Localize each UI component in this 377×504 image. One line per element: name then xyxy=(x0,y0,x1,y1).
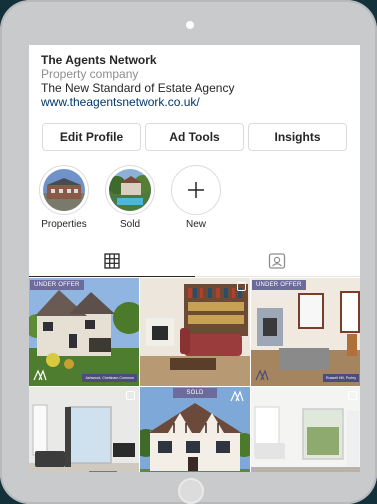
edit-profile-button[interactable]: Edit Profile xyxy=(42,123,141,151)
status-badge: UNDER OFFER xyxy=(252,280,306,290)
highlight-sold-ring xyxy=(105,165,155,215)
tagged-icon xyxy=(269,252,286,269)
profile-category: Property company xyxy=(41,67,139,81)
profile-bio-text: The New Standard of Estate Agency xyxy=(41,81,235,95)
highlight-properties-ring xyxy=(39,165,89,215)
post-thumbnail[interactable] xyxy=(140,278,250,386)
status-badge: UNDER OFFER xyxy=(30,280,84,290)
multiple-images-icon xyxy=(237,282,246,291)
highlight-properties[interactable]: Properties xyxy=(39,165,89,230)
status-badge: SOLD xyxy=(173,388,217,398)
home-button[interactable] xyxy=(178,478,204,504)
highlight-sold-label: Sold xyxy=(119,219,140,230)
post-thumbnail[interactable]: UNDER OFFER Ashwood, Chelsham Common xyxy=(29,278,139,386)
grid-icon xyxy=(104,252,120,269)
ad-tools-button[interactable]: Ad Tools xyxy=(145,123,244,151)
multiple-images-icon xyxy=(126,391,135,400)
post-thumbnail[interactable]: UNDER OFFER Russell Hill, Purley xyxy=(251,278,360,386)
post-caption: Ashwood, Chelsham Common xyxy=(82,374,137,382)
profile-actions: Edit Profile Ad Tools Insights xyxy=(42,123,347,151)
tab-posts-grid[interactable] xyxy=(29,245,195,277)
highlight-properties-label: Properties xyxy=(41,219,87,230)
tab-tagged[interactable] xyxy=(195,245,361,276)
profile-tabs xyxy=(29,245,360,277)
new-highlight-button[interactable] xyxy=(171,165,221,215)
agency-logo-icon xyxy=(33,369,47,381)
instagram-profile-screen: The Agents Network Property company The … xyxy=(29,45,360,472)
profile-bio: The Agents Network Property company The … xyxy=(29,45,360,109)
posts-grid: UNDER OFFER Ashwood, Chelsham Common UND… xyxy=(29,278,360,472)
plus-icon xyxy=(188,182,204,198)
tablet-camera xyxy=(186,21,194,29)
highlight-sold-image xyxy=(109,169,151,211)
story-highlights: Properties Sold New xyxy=(39,165,221,230)
profile-name: The Agents Network xyxy=(41,53,157,67)
multiple-images-icon xyxy=(348,391,357,400)
post-thumbnail[interactable] xyxy=(29,387,139,472)
highlight-properties-image xyxy=(43,169,85,211)
post-thumbnail[interactable]: SOLD xyxy=(140,387,250,472)
highlight-sold[interactable]: Sold xyxy=(105,165,155,230)
agency-logo-icon xyxy=(255,369,269,381)
agency-logo-icon xyxy=(230,390,244,402)
post-caption: Russell Hill, Purley xyxy=(323,374,359,382)
highlight-new[interactable]: New xyxy=(171,165,221,230)
tablet-frame: The Agents Network Property company The … xyxy=(0,0,377,504)
post-thumbnail[interactable] xyxy=(251,387,360,472)
profile-website-link[interactable]: www.theagentsnetwork.co.uk/ xyxy=(41,95,348,109)
insights-button[interactable]: Insights xyxy=(248,123,347,151)
highlight-new-label: New xyxy=(185,219,206,230)
